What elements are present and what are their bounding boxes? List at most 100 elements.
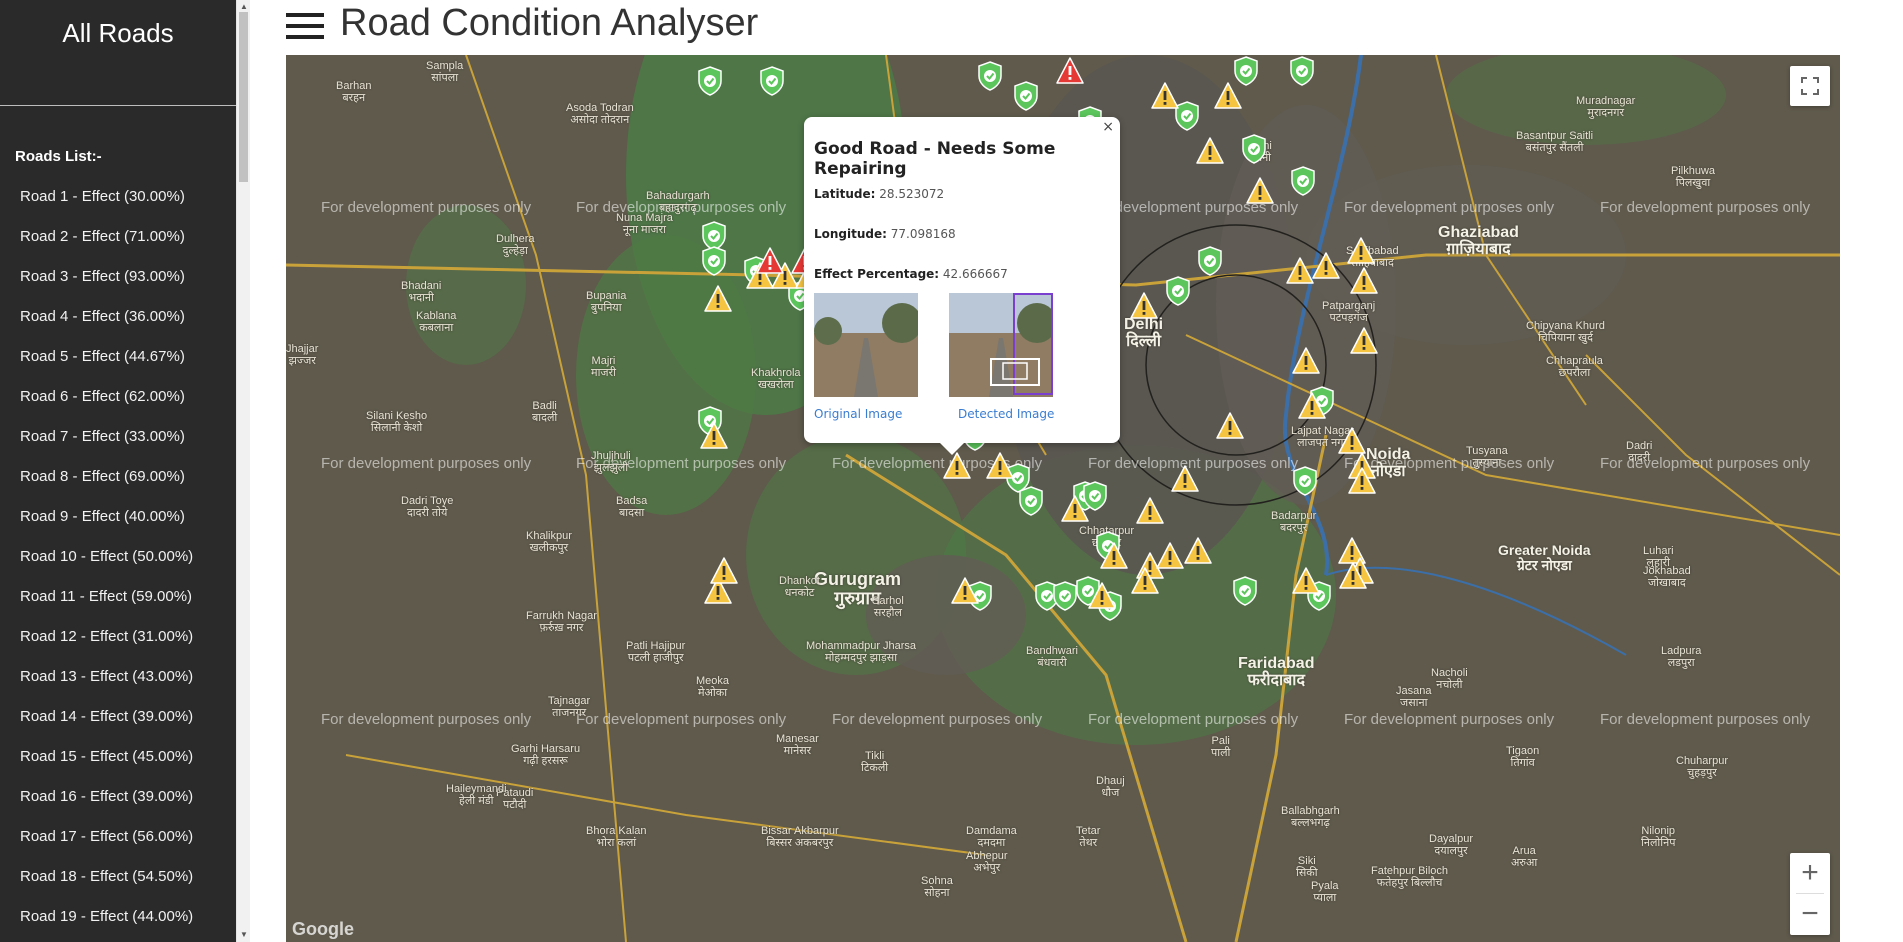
good-road-marker-icon[interactable] — [976, 60, 1004, 92]
original-image-link[interactable]: Original Image — [814, 407, 902, 421]
popup-title: Good Road - Needs Some Repairing — [814, 139, 1056, 179]
good-road-marker-icon[interactable] — [1240, 133, 1268, 165]
town-label: Khakhrola खखरोला — [751, 367, 801, 392]
warning-road-marker-icon[interactable] — [704, 283, 732, 315]
roads-list-heading: Roads List:- — [15, 148, 102, 165]
warning-road-marker-icon[interactable] — [1088, 580, 1116, 612]
road-list-item[interactable]: Road 6 - Effect (62.00%) — [0, 382, 236, 422]
google-logo[interactable]: Google — [292, 919, 354, 940]
road-list-item[interactable]: Road 5 - Effect (44.67%) — [0, 342, 236, 382]
road-list-item[interactable]: Road 7 - Effect (33.00%) — [0, 422, 236, 462]
good-road-marker-icon[interactable] — [700, 245, 728, 277]
scroll-up-arrow-icon[interactable]: ▲ — [239, 2, 249, 12]
hamburger-icon[interactable] — [286, 13, 324, 41]
town-label: Tajnagar ताजनगर — [548, 695, 591, 720]
warning-road-marker-icon[interactable] — [710, 555, 738, 587]
warning-road-marker-icon[interactable] — [1216, 410, 1244, 442]
road-list-item[interactable]: Road 15 - Effect (45.00%) — [0, 742, 236, 782]
original-road-image[interactable] — [814, 293, 918, 397]
city-label: Faridabad फरीदाबाद — [1238, 655, 1315, 689]
warning-road-marker-icon[interactable] — [1136, 495, 1164, 527]
good-road-marker-icon[interactable] — [1196, 245, 1224, 277]
warning-road-marker-icon[interactable] — [1214, 80, 1242, 112]
good-road-marker-icon[interactable] — [696, 65, 724, 97]
longitude-value: 77.098168 — [890, 227, 956, 241]
fullscreen-button[interactable] — [1790, 66, 1830, 106]
detected-image-link[interactable]: Detected Image — [958, 407, 1054, 421]
town-label: Tikli टिकली — [861, 750, 889, 775]
scrollbar-thumb[interactable] — [239, 12, 248, 182]
town-label: Nilonip निलोनिप — [1641, 825, 1676, 850]
warning-road-marker-icon[interactable] — [1100, 540, 1128, 572]
latitude-row: Latitude: 28.523072 — [814, 187, 1110, 227]
zoom-in-button[interactable]: + — [1790, 853, 1830, 893]
map-watermark: For development purposes only — [832, 711, 1043, 728]
warning-road-marker-icon[interactable] — [1348, 465, 1376, 497]
good-road-marker-icon[interactable] — [1017, 485, 1045, 517]
warning-road-marker-icon[interactable] — [1292, 565, 1320, 597]
road-list-item[interactable]: Road 9 - Effect (40.00%) — [0, 502, 236, 542]
warning-road-marker-icon[interactable] — [1312, 250, 1340, 282]
warning-road-marker-icon[interactable] — [1292, 345, 1320, 377]
warning-road-marker-icon[interactable] — [700, 420, 728, 452]
danger-road-marker-icon[interactable] — [1056, 55, 1084, 87]
road-list-item[interactable]: Road 2 - Effect (71.00%) — [0, 222, 236, 262]
road-list-item[interactable]: Road 4 - Effect (36.00%) — [0, 302, 236, 342]
road-list-item[interactable]: Road 17 - Effect (56.00%) — [0, 822, 236, 862]
good-road-marker-icon[interactable] — [1231, 575, 1259, 607]
road-list-item[interactable]: Road 3 - Effect (93.00%) — [0, 262, 236, 302]
warning-road-marker-icon[interactable] — [951, 575, 979, 607]
page-title: Road Condition Analyser — [340, 2, 759, 44]
road-list-item[interactable]: Road 12 - Effect (31.00%) — [0, 622, 236, 662]
warning-road-marker-icon[interactable] — [1130, 290, 1158, 322]
sidebar-divider — [0, 105, 236, 106]
warning-road-marker-icon[interactable] — [1156, 540, 1184, 572]
good-road-marker-icon[interactable] — [1288, 55, 1316, 87]
latitude-label: Latitude: — [814, 187, 876, 201]
close-icon[interactable]: × — [1102, 119, 1114, 135]
warning-road-marker-icon[interactable] — [1339, 560, 1367, 592]
warning-road-marker-icon[interactable] — [1350, 265, 1378, 297]
good-road-marker-icon[interactable] — [1289, 165, 1317, 197]
road-list-item[interactable]: Road 1 - Effect (30.00%) — [0, 182, 236, 222]
warning-road-marker-icon[interactable] — [1151, 80, 1179, 112]
scroll-down-arrow-icon[interactable]: ▼ — [239, 930, 249, 940]
good-road-marker-icon[interactable] — [758, 65, 786, 97]
warning-road-marker-icon[interactable] — [1347, 235, 1375, 267]
road-list-item[interactable]: Road 19 - Effect (44.00%) — [0, 902, 236, 942]
good-road-marker-icon[interactable] — [1291, 465, 1319, 497]
warning-road-marker-icon[interactable] — [986, 450, 1014, 482]
town-label: Barhan बरहन — [336, 80, 372, 105]
sidebar-scrollbar[interactable]: ▲ ▼ — [236, 0, 250, 942]
city-label: Delhi दिल्ली — [1124, 316, 1164, 350]
town-label: Silani Kesho सिलानी केशो — [366, 410, 428, 435]
warning-road-marker-icon[interactable] — [1061, 493, 1089, 525]
road-list-item[interactable]: Road 11 - Effect (59.00%) — [0, 582, 236, 622]
warning-road-marker-icon[interactable] — [1298, 390, 1326, 422]
danger-road-marker-icon[interactable] — [756, 245, 784, 277]
warning-road-marker-icon[interactable] — [1350, 325, 1378, 357]
warning-road-marker-icon[interactable] — [1196, 135, 1224, 167]
good-road-marker-icon[interactable] — [1012, 80, 1040, 112]
road-list-item[interactable]: Road 13 - Effect (43.00%) — [0, 662, 236, 702]
road-list-item[interactable]: Road 8 - Effect (69.00%) — [0, 462, 236, 502]
zoom-out-button[interactable]: − — [1790, 894, 1830, 934]
warning-road-marker-icon[interactable] — [1171, 463, 1199, 495]
warning-road-marker-icon[interactable] — [1184, 535, 1212, 567]
map[interactable]: For development purposes only For develo… — [286, 55, 1840, 942]
town-label: Manesar मानेसर — [776, 733, 819, 758]
town-label: Sarhol सरहौल — [872, 595, 904, 620]
warning-road-marker-icon[interactable] — [1246, 175, 1274, 207]
detected-road-image[interactable] — [949, 293, 1053, 397]
town-label: Pyala प्याला — [1311, 880, 1339, 905]
town-label: Ladpura लडपुरा — [1661, 645, 1702, 670]
town-label: Jasana जसाना — [1396, 685, 1432, 710]
warning-road-marker-icon[interactable] — [1131, 565, 1159, 597]
good-road-marker-icon[interactable] — [1164, 275, 1192, 307]
warning-road-marker-icon[interactable] — [1286, 255, 1314, 287]
town-label: Patli Hajipur पटली हाजीपुर — [626, 640, 686, 665]
road-list-item[interactable]: Road 18 - Effect (54.50%) — [0, 862, 236, 902]
road-list-item[interactable]: Road 10 - Effect (50.00%) — [0, 542, 236, 582]
road-list-item[interactable]: Road 16 - Effect (39.00%) — [0, 782, 236, 822]
road-list-item[interactable]: Road 14 - Effect (39.00%) — [0, 702, 236, 742]
